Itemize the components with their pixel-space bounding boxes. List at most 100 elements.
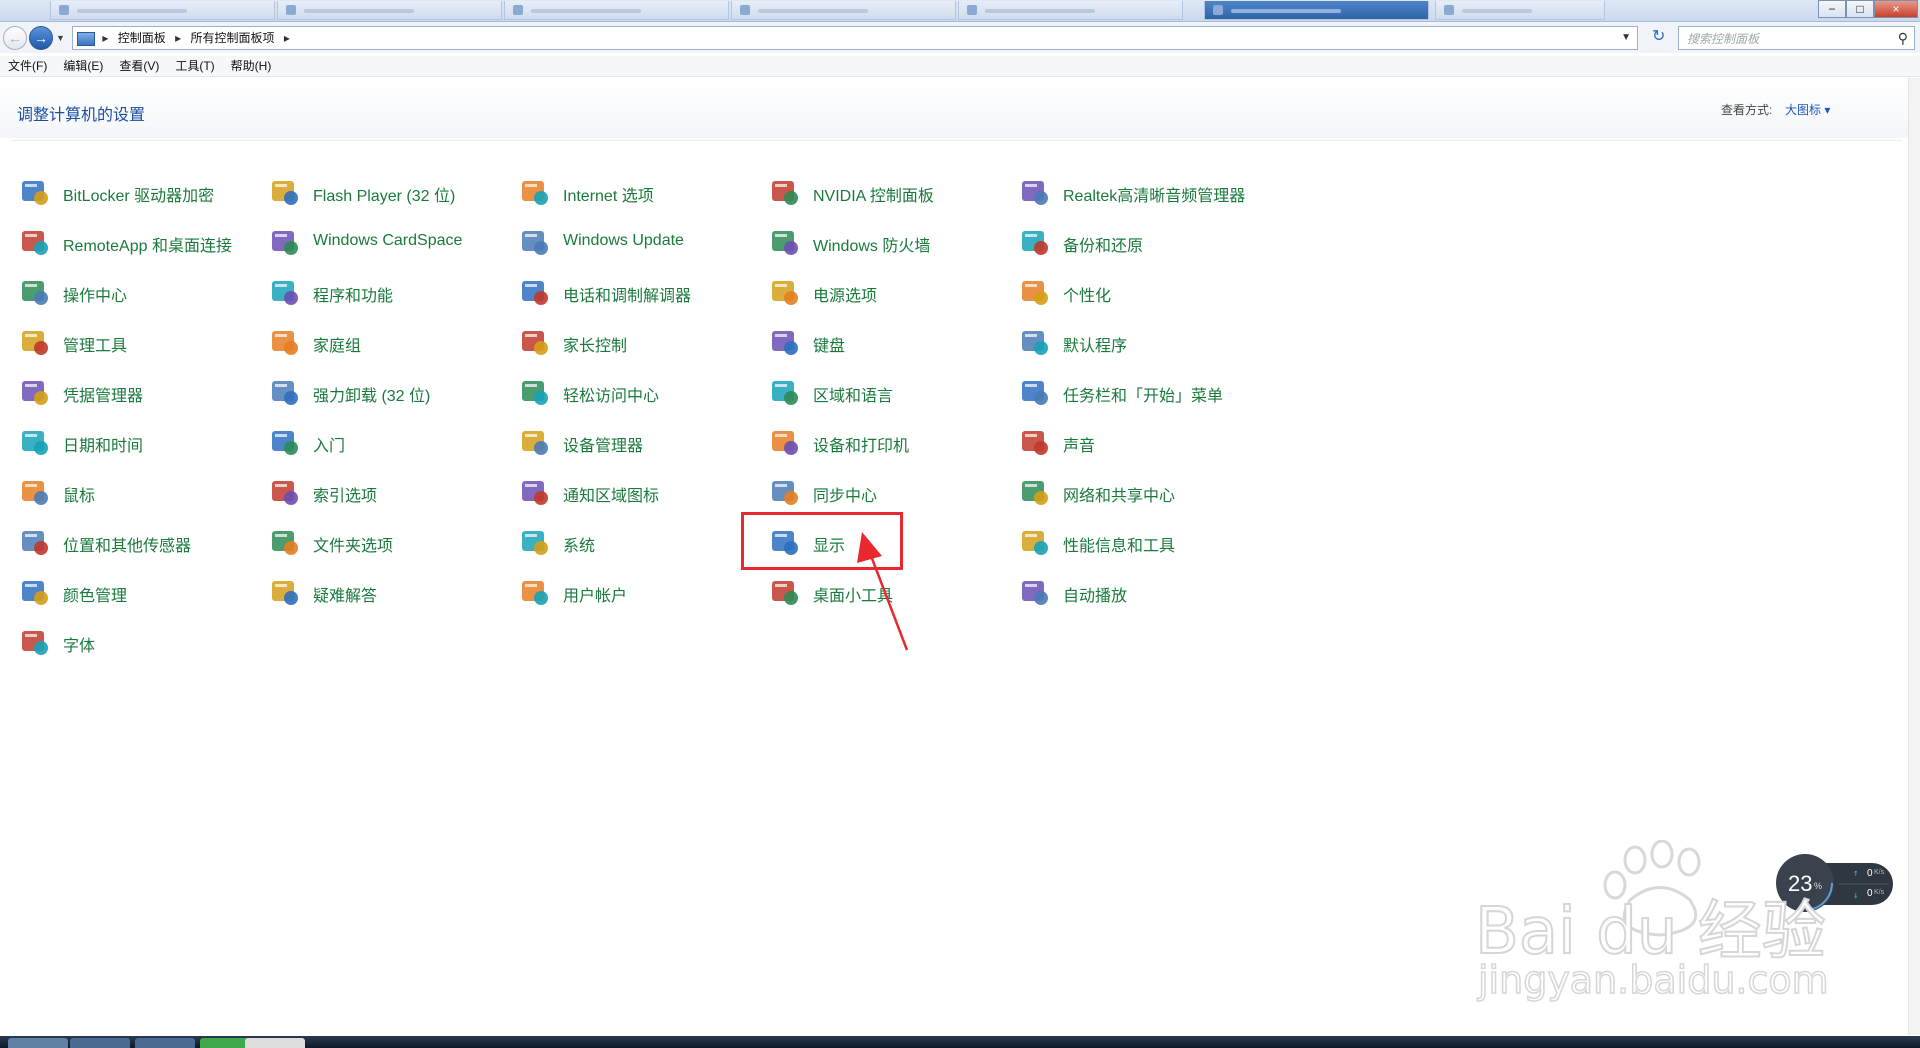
start-button[interactable] bbox=[8, 1038, 68, 1048]
control-panel-item[interactable]: 通知区域图标 bbox=[519, 470, 759, 510]
control-panel-item-label: 个性化 bbox=[1063, 288, 1112, 305]
control-panel-item[interactable]: 鼠标 bbox=[19, 470, 259, 510]
control-panel-item[interactable]: 凭据管理器 bbox=[19, 370, 259, 410]
control-panel-item[interactable]: 疑难解答 bbox=[269, 570, 509, 610]
menu-bar: 文件(F) 编辑(E) 查看(V) 工具(T) 帮助(H) bbox=[0, 56, 1920, 77]
control-panel-item[interactable]: 系统 bbox=[519, 520, 759, 560]
control-panel-item[interactable]: Windows Update bbox=[519, 220, 759, 260]
control-panel-item[interactable]: Flash Player (32 位) bbox=[269, 170, 509, 210]
control-panel-item[interactable]: 强力卸载 (32 位) bbox=[269, 370, 509, 410]
control-panel-item[interactable]: 默认程序 bbox=[1019, 320, 1259, 360]
network-sharing-icon bbox=[1019, 476, 1051, 508]
control-panel-item[interactable]: 区域和语言 bbox=[769, 370, 1009, 410]
window-tab[interactable] bbox=[731, 1, 956, 20]
credential-vault-icon bbox=[19, 376, 51, 408]
menu-help[interactable]: 帮助(H) bbox=[223, 56, 280, 76]
back-button[interactable]: ← bbox=[3, 26, 27, 50]
control-panel-item[interactable]: 位置和其他传感器 bbox=[19, 520, 259, 560]
control-panel-item[interactable]: 家长控制 bbox=[519, 320, 759, 360]
control-panel-item[interactable]: 电源选项 bbox=[769, 270, 1009, 310]
control-panel-item[interactable]: Internet 选项 bbox=[519, 170, 759, 210]
control-panel-item[interactable]: 日期和时间 bbox=[19, 420, 259, 460]
control-panel-item[interactable]: 个性化 bbox=[1019, 270, 1259, 310]
control-panel-item[interactable]: 颜色管理 bbox=[19, 570, 259, 610]
control-panel-item[interactable]: 键盘 bbox=[769, 320, 1009, 360]
control-panel-item[interactable]: 任务栏和「开始」菜单 bbox=[1019, 370, 1259, 410]
window-tab-active[interactable] bbox=[1204, 1, 1429, 20]
window-tab[interactable] bbox=[50, 1, 275, 20]
control-panel-item[interactable]: 文件夹选项 bbox=[269, 520, 509, 560]
menu-edit[interactable]: 编辑(E) bbox=[55, 56, 111, 76]
control-panel-item[interactable]: Realtek高清晰音频管理器 bbox=[1019, 170, 1259, 210]
window-tab[interactable] bbox=[958, 1, 1183, 20]
default-programs-icon bbox=[1019, 326, 1051, 358]
view-by-dropdown[interactable]: 大图标 ▾ bbox=[1785, 101, 1830, 118]
internet-options-icon bbox=[519, 176, 551, 208]
window-tab[interactable] bbox=[504, 1, 729, 20]
search-icon[interactable]: ⚲ bbox=[1898, 30, 1908, 47]
control-panel-item[interactable]: Windows CardSpace bbox=[269, 220, 509, 260]
control-panel-item[interactable]: 用户帐户 bbox=[519, 570, 759, 610]
control-panel-item[interactable]: 轻松访问中心 bbox=[519, 370, 759, 410]
control-panel-item[interactable]: 设备管理器 bbox=[519, 420, 759, 460]
control-panel-item[interactable]: BitLocker 驱动器加密 bbox=[19, 170, 259, 210]
control-panel-item[interactable]: 家庭组 bbox=[269, 320, 509, 360]
window-tab[interactable] bbox=[1435, 1, 1605, 20]
control-panel-item-label: 疑难解答 bbox=[313, 588, 378, 605]
window-tab[interactable] bbox=[277, 1, 502, 20]
control-panel-item[interactable]: 电话和调制解调器 bbox=[519, 270, 759, 310]
control-panel-item[interactable]: 设备和打印机 bbox=[769, 420, 1009, 460]
refresh-icon[interactable]: ↻ bbox=[1652, 29, 1665, 45]
menu-tools[interactable]: 工具(T) bbox=[167, 56, 222, 76]
view-by-label: 查看方式: bbox=[1721, 103, 1773, 117]
taskbar-item-active[interactable] bbox=[245, 1038, 305, 1048]
taskbar-item[interactable] bbox=[135, 1038, 195, 1048]
forward-button[interactable]: → bbox=[29, 26, 53, 50]
control-panel-item[interactable]: 入门 bbox=[269, 420, 509, 460]
control-panel-item-label: BitLocker 驱动器加密 bbox=[63, 188, 215, 205]
control-panel-item[interactable]: 字体 bbox=[19, 620, 259, 660]
close-button[interactable]: × bbox=[1874, 0, 1918, 18]
control-panel-item[interactable]: 自动播放 bbox=[1019, 570, 1259, 610]
control-panel-item-label: 位置和其他传感器 bbox=[63, 538, 192, 555]
device-manager-icon bbox=[519, 426, 551, 458]
menu-file[interactable]: 文件(F) bbox=[0, 56, 55, 76]
control-panel-item[interactable]: 声音 bbox=[1019, 420, 1259, 460]
control-panel-item-label: 强力卸载 (32 位) bbox=[313, 388, 431, 405]
taskbar-start-icon bbox=[1019, 376, 1051, 408]
user-accounts-icon bbox=[519, 576, 551, 608]
taskbar-item[interactable] bbox=[70, 1038, 130, 1048]
search-input[interactable] bbox=[1685, 28, 1889, 50]
control-panel-item[interactable]: 程序和功能 bbox=[269, 270, 509, 310]
address-box[interactable]: ▸ 控制面板 ▸ 所有控制面板项 ▸ ▼ bbox=[72, 26, 1638, 50]
control-panel-item[interactable]: RemoteApp 和桌面连接 bbox=[19, 220, 259, 260]
control-panel-item-label: 电源选项 bbox=[813, 288, 878, 305]
maximize-button[interactable]: □ bbox=[1846, 0, 1874, 18]
bitlocker-icon bbox=[19, 176, 51, 208]
control-panel-item[interactable]: 索引选项 bbox=[269, 470, 509, 510]
address-bar-area: ← → ▼ ▸ 控制面板 ▸ 所有控制面板项 ▸ ▼ ↻ ⚲ bbox=[0, 22, 1920, 53]
search-box[interactable]: ⚲ bbox=[1678, 26, 1915, 50]
control-panel-item[interactable]: 网络和共享中心 bbox=[1019, 470, 1259, 510]
minimize-button[interactable]: − bbox=[1818, 0, 1846, 18]
control-panel-item[interactable]: 同步中心 bbox=[769, 470, 1009, 510]
control-panel-item-label: 凭据管理器 bbox=[63, 388, 144, 405]
admin-tools-icon bbox=[19, 326, 51, 358]
breadcrumb-control-panel[interactable]: 控制面板 bbox=[118, 27, 166, 49]
control-panel-item-label: 电话和调制解调器 bbox=[563, 288, 692, 305]
control-panel-item[interactable]: NVIDIA 控制面板 bbox=[769, 170, 1009, 210]
control-panel-item[interactable]: 操作中心 bbox=[19, 270, 259, 310]
control-panel-item[interactable]: 桌面小工具 bbox=[769, 570, 1009, 610]
address-dropdown-icon[interactable]: ▼ bbox=[1621, 27, 1631, 49]
control-panel-item-label: 自动播放 bbox=[1063, 588, 1128, 605]
control-panel-item-label: 默认程序 bbox=[1063, 338, 1128, 355]
control-panel-item-label: 区域和语言 bbox=[813, 388, 894, 405]
recent-pages-dropdown[interactable]: ▼ bbox=[56, 33, 65, 43]
breadcrumb-all-items[interactable]: 所有控制面板项 bbox=[190, 27, 274, 49]
menu-view[interactable]: 查看(V) bbox=[111, 56, 167, 76]
control-panel-item[interactable]: 性能信息和工具 bbox=[1019, 520, 1259, 560]
control-panel-item[interactable]: Windows 防火墙 bbox=[769, 220, 1009, 260]
phone-modem-icon bbox=[519, 276, 551, 308]
control-panel-item[interactable]: 管理工具 bbox=[19, 320, 259, 360]
control-panel-item[interactable]: 备份和还原 bbox=[1019, 220, 1259, 260]
